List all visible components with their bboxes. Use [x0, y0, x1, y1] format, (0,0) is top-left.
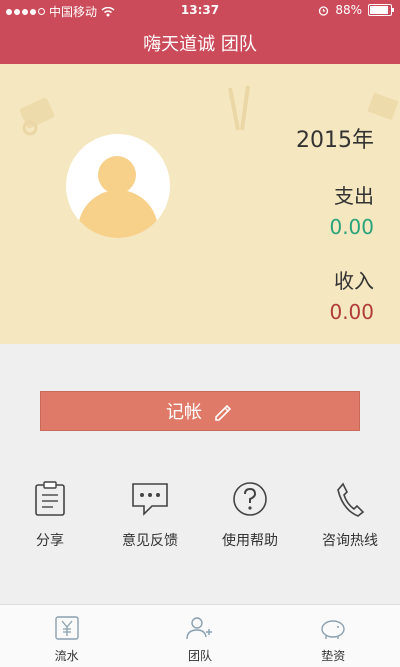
- battery-icon: [368, 4, 394, 16]
- tab-flow-label: 流水: [54, 649, 79, 663]
- phone-icon: [337, 482, 365, 517]
- page-title: 嗨天道诚 团队: [143, 34, 257, 55]
- feedback-label: 意见反馈: [122, 533, 178, 549]
- hotline-label: 咨询热线: [322, 533, 378, 549]
- record-button[interactable]: 记帐: [40, 391, 360, 431]
- tab-advance[interactable]: 垫资: [278, 605, 388, 667]
- battery-percent: 88%: [335, 3, 362, 17]
- scissors-decoration-icon: [19, 97, 55, 136]
- cutlery-decoration-icon: [228, 85, 250, 131]
- add-user-icon: [186, 617, 212, 640]
- help-label: 使用帮助: [222, 533, 278, 549]
- status-bar: 中国移动 13:37 88%: [0, 0, 400, 20]
- pencil-icon: [215, 404, 232, 421]
- share-button[interactable]: 分享: [0, 478, 100, 550]
- expense-value: 0.00: [329, 215, 374, 239]
- tab-team[interactable]: 团队: [145, 605, 255, 667]
- summary-stats: 2015年 支出 0.00 收入 0.00: [296, 122, 374, 324]
- tab-team-label: 团队: [187, 649, 212, 663]
- help-icon: [233, 482, 267, 516]
- record-button-label: 记帐: [166, 402, 202, 423]
- feedback-bubble-icon: [132, 483, 168, 516]
- year-label[interactable]: 2015年: [296, 122, 374, 154]
- summary-panel: 2015年 支出 0.00 收入 0.00: [0, 64, 400, 344]
- action-grid: 分享 意见反馈 使用帮助 咨询热线: [0, 478, 400, 550]
- tab-flow[interactable]: 流水: [12, 605, 122, 667]
- avatar[interactable]: [66, 134, 170, 238]
- share-doc-icon: [35, 481, 65, 516]
- tab-bar: 流水 团队 垫资: [0, 604, 400, 667]
- piggy-bank-icon: [321, 620, 346, 639]
- expense-label: 支出: [334, 184, 374, 208]
- hotline-button[interactable]: 咨询热线: [300, 478, 400, 550]
- alarm-icon: [319, 5, 329, 16]
- share-label: 分享: [36, 533, 64, 549]
- tab-advance-label: 垫资: [321, 649, 346, 663]
- top-bar: 中国移动 13:37 88% 嗨天道诚 团队: [0, 0, 400, 64]
- feedback-button[interactable]: 意见反馈: [100, 478, 200, 550]
- help-button[interactable]: 使用帮助: [200, 478, 300, 550]
- income-value: 0.00: [329, 300, 374, 324]
- income-label: 收入: [334, 269, 374, 293]
- yen-doc-icon: [54, 616, 79, 640]
